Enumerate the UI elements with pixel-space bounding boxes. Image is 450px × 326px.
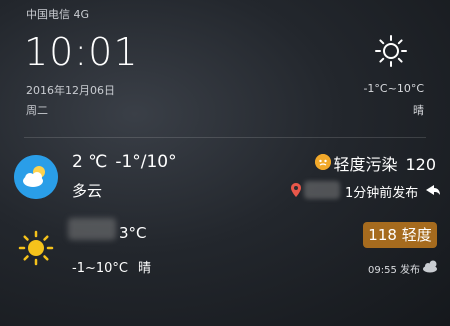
second-condition: 晴 xyxy=(137,261,151,276)
city-name-blurred xyxy=(68,218,116,240)
current-temp-range: -1°/10° xyxy=(115,152,177,172)
air-quality-label: 轻度污染 xyxy=(333,155,398,174)
second-temp-range: -1~10°C xyxy=(72,261,128,276)
clock-date: 2016年12月06日 xyxy=(26,84,115,97)
status-bar-carrier: 中国电信 4G xyxy=(26,8,90,21)
air-quality-summary[interactable]: 轻度污染 120 xyxy=(333,151,436,175)
second-publish-time: 09:55 发布 xyxy=(368,265,420,276)
second-temperature: 3°C xyxy=(119,224,147,242)
current-temperature: 2 ℃ -1°/10° xyxy=(72,152,185,172)
clock-weekday: 周二 xyxy=(26,104,48,117)
air-quality-value: 120 xyxy=(405,155,436,174)
current-publish-time: 1分钟前发布 xyxy=(345,186,419,201)
divider xyxy=(24,137,426,138)
current-temp-value: 2 ℃ xyxy=(72,152,108,172)
current-condition: 多云 xyxy=(72,182,103,200)
aqi-badge[interactable]: 118 轻度 xyxy=(363,222,437,248)
clock-time[interactable]: 10:01 xyxy=(24,30,139,74)
header-temp-range: -1°C~10°C xyxy=(363,82,424,95)
sun-icon xyxy=(18,230,54,266)
partly-cloudy-icon[interactable] xyxy=(14,155,58,199)
location-pin-icon xyxy=(291,183,301,197)
air-quality-face-icon xyxy=(315,154,331,170)
cloud-icon xyxy=(423,260,437,273)
location-name-blurred xyxy=(304,181,340,199)
second-forecast: -1~10°C 晴 xyxy=(72,257,151,276)
refresh-icon[interactable] xyxy=(425,183,441,197)
header-condition: 晴 xyxy=(413,104,424,117)
sun-icon xyxy=(375,35,407,67)
